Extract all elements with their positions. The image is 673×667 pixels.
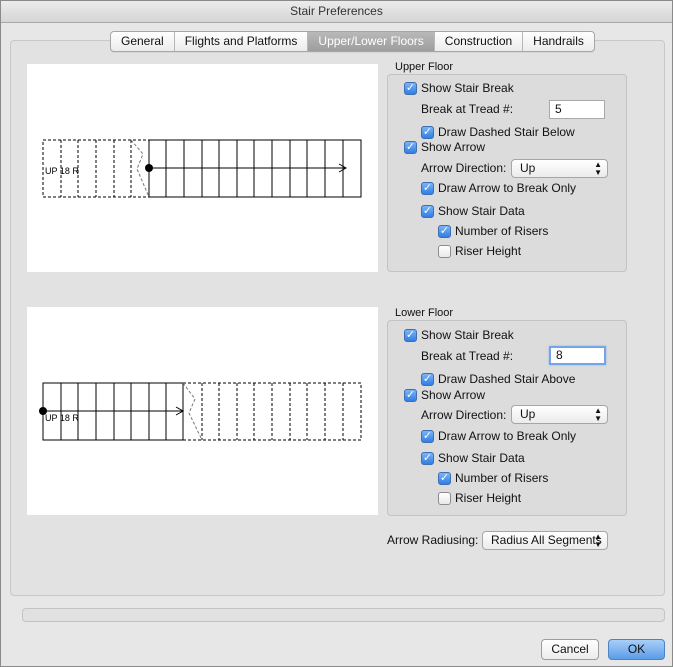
upper-riser-height[interactable]: Riser Height	[438, 244, 521, 258]
checkmark-icon[interactable]: ✓	[404, 140, 417, 154]
arrow-radiusing-value: Radius All Segments	[491, 533, 602, 547]
arrow-radiusing-select[interactable]: Radius All Segments ▲ ▼	[482, 531, 608, 550]
lower-arrow-direction-label: Arrow Direction:	[421, 408, 507, 422]
upper-floor-preview: UP 18 R	[27, 64, 378, 272]
tab-construction[interactable]: Construction	[435, 32, 524, 51]
lower-riser-height[interactable]: Riser Height	[438, 491, 521, 505]
lower-draw-dashed-stair[interactable]: ✓ Draw Dashed Stair Above	[421, 372, 575, 386]
lower-break-line	[182, 382, 203, 441]
lower-floor-heading: Lower Floor	[395, 307, 454, 319]
updown-chevron-icon: ▲ ▼	[594, 159, 602, 177]
upper-arrow-start-dot	[145, 164, 153, 172]
ok-button[interactable]: OK	[608, 639, 665, 660]
lower-draw-arrow-to-break-label: Draw Arrow to Break Only	[438, 429, 577, 443]
checkmark-icon[interactable]: ✓	[404, 328, 417, 342]
lower-show-arrow-label: Show Arrow	[421, 388, 486, 402]
checkbox-empty-icon[interactable]	[438, 244, 451, 258]
lower-show-stair-data-label: Show Stair Data	[438, 451, 525, 465]
upper-show-stair-break[interactable]: ✓ Show Stair Break	[404, 81, 514, 95]
upper-draw-dashed-label: Draw Dashed Stair Below	[438, 125, 575, 139]
upper-arrow-direction-label: Arrow Direction:	[421, 161, 507, 175]
checkmark-icon[interactable]: ✓	[421, 451, 434, 465]
window-title: Stair Preferences	[1, 1, 672, 23]
lower-draw-dashed-label: Draw Dashed Stair Above	[438, 372, 576, 386]
upper-show-stair-data-label: Show Stair Data	[438, 204, 525, 218]
lower-stair-label: UP 18 R	[45, 413, 79, 423]
lower-show-arrow[interactable]: ✓ Show Arrow	[404, 388, 485, 402]
upper-draw-arrow-to-break[interactable]: ✓ Draw Arrow to Break Only	[421, 181, 576, 195]
upper-number-of-risers[interactable]: ✓ Number of Risers	[438, 224, 548, 238]
tab-flights-and-platforms[interactable]: Flights and Platforms	[175, 32, 309, 51]
upper-stair-label: UP 18 R	[45, 166, 79, 176]
progress-bar	[22, 608, 665, 622]
stair-preferences-dialog: Stair Preferences General Flights and Pl…	[0, 0, 673, 667]
lower-floor-preview: UP 18 R	[27, 307, 378, 515]
lower-draw-arrow-to-break[interactable]: ✓ Draw Arrow to Break Only	[421, 429, 576, 443]
upper-break-at-tread-label: Break at Tread #:	[421, 102, 514, 116]
checkmark-icon[interactable]: ✓	[404, 81, 417, 95]
upper-floor-stair-drawing: UP 18 R	[42, 139, 362, 198]
upper-riser-height-label: Riser Height	[455, 244, 522, 258]
lower-show-stair-break[interactable]: ✓ Show Stair Break	[404, 328, 514, 342]
upper-draw-arrow-to-break-label: Draw Arrow to Break Only	[438, 181, 577, 195]
upper-show-stair-break-label: Show Stair Break	[421, 81, 514, 95]
upper-arrow-direction-select[interactable]: Up ▲ ▼	[511, 159, 608, 178]
lower-arrow-direction-value: Up	[520, 407, 536, 421]
arrow-radiusing-label: Arrow Radiusing:	[387, 533, 479, 547]
lower-show-stair-data[interactable]: ✓ Show Stair Data	[421, 451, 525, 465]
checkmark-icon[interactable]: ✓	[438, 224, 451, 238]
lower-break-at-tread-input[interactable]: 8	[549, 346, 606, 365]
upper-break-at-tread-input[interactable]: 5	[549, 100, 605, 119]
updown-chevron-icon: ▲ ▼	[594, 531, 602, 549]
tab-general[interactable]: General	[111, 32, 175, 51]
checkmark-icon[interactable]: ✓	[421, 204, 434, 218]
checkmark-icon[interactable]: ✓	[438, 471, 451, 485]
cancel-button[interactable]: Cancel	[541, 639, 599, 660]
tab-upper-lower-floors[interactable]: Upper/Lower Floors	[308, 32, 435, 51]
upper-number-of-risers-label: Number of Risers	[455, 224, 549, 238]
checkbox-empty-icon[interactable]	[438, 491, 451, 505]
upper-floor-heading: Upper Floor	[395, 61, 454, 73]
lower-riser-height-label: Riser Height	[455, 491, 522, 505]
lower-number-of-risers-label: Number of Risers	[455, 471, 549, 485]
checkmark-icon[interactable]: ✓	[421, 429, 434, 443]
checkmark-icon[interactable]: ✓	[421, 125, 434, 139]
upper-draw-dashed-stair[interactable]: ✓ Draw Dashed Stair Below	[421, 125, 575, 139]
checkmark-icon[interactable]: ✓	[404, 388, 417, 402]
upper-show-arrow-label: Show Arrow	[421, 140, 486, 154]
checkmark-icon[interactable]: ✓	[421, 372, 434, 386]
upper-show-arrow[interactable]: ✓ Show Arrow	[404, 140, 485, 154]
lower-dashed-treads	[201, 383, 344, 440]
tab-handrails[interactable]: Handrails	[523, 32, 594, 51]
lower-break-at-tread-label: Break at Tread #:	[421, 349, 514, 363]
checkmark-icon[interactable]: ✓	[421, 181, 434, 195]
lower-floor-stair-drawing: UP 18 R	[39, 382, 362, 441]
updown-chevron-icon: ▲ ▼	[594, 405, 602, 423]
upper-show-stair-data[interactable]: ✓ Show Stair Data	[421, 204, 525, 218]
tab-bar: General Flights and Platforms Upper/Lowe…	[110, 31, 595, 52]
lower-number-of-risers[interactable]: ✓ Number of Risers	[438, 471, 548, 485]
lower-show-stair-break-label: Show Stair Break	[421, 328, 514, 342]
upper-arrow-direction-value: Up	[520, 161, 536, 175]
lower-arrow-direction-select[interactable]: Up ▲ ▼	[511, 405, 608, 424]
